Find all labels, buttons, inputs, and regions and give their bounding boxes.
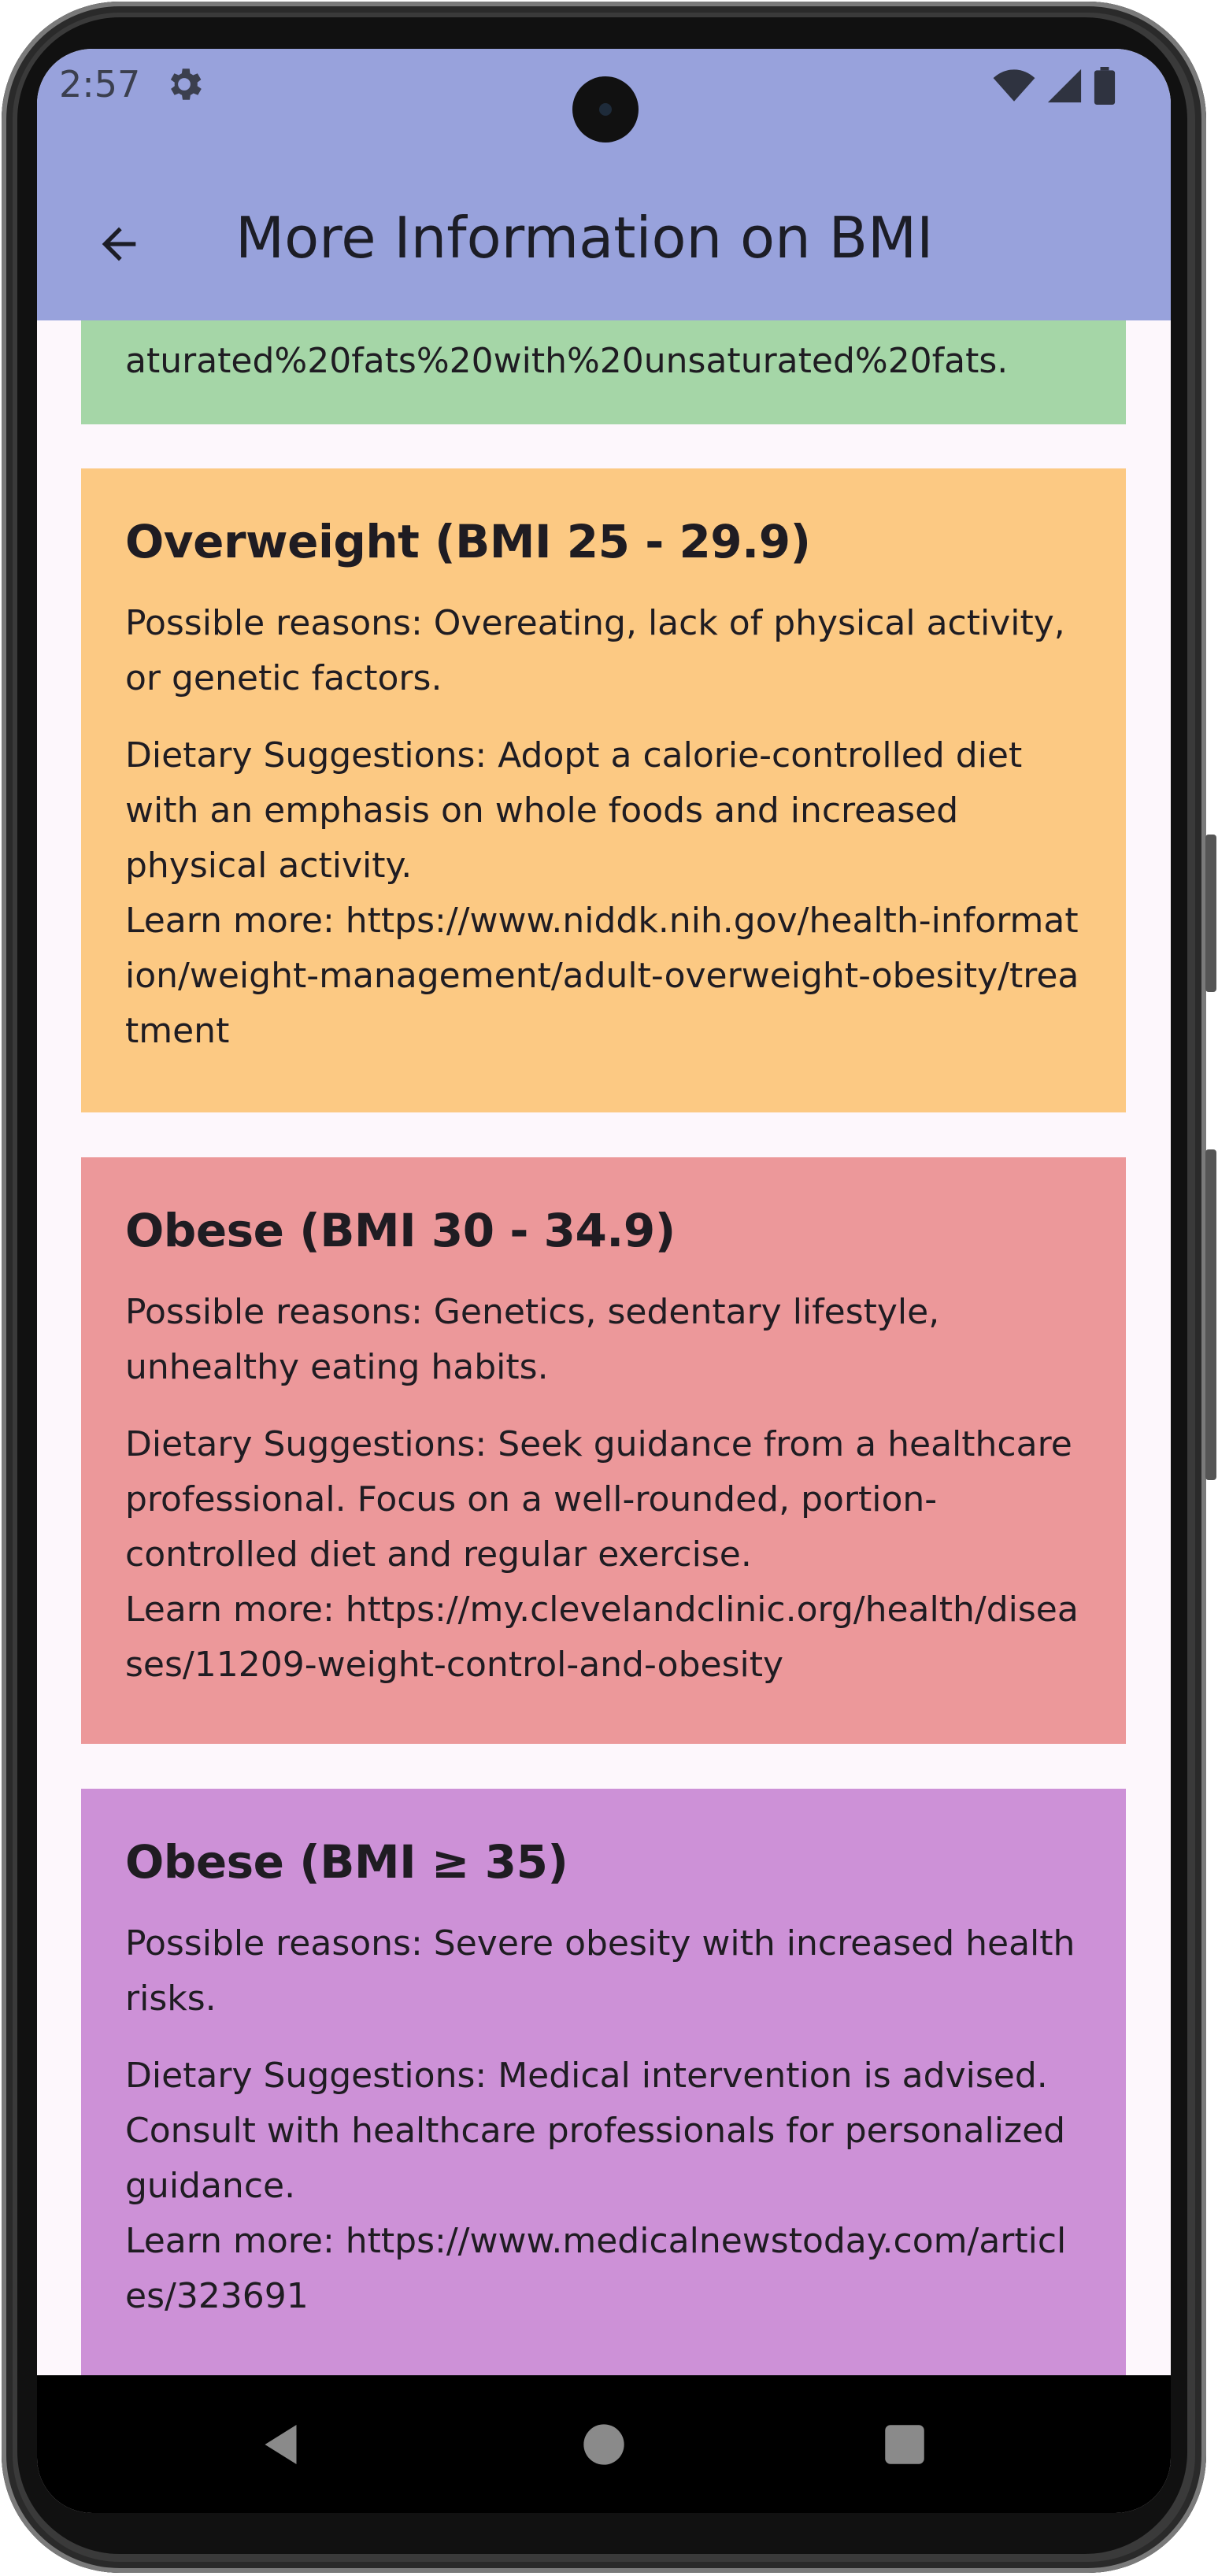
card-learn-more-link[interactable]: Learn more: https://www.medicalnewstoday… (125, 2214, 1082, 2324)
card-reasons: Possible reasons: Overeating, lack of ph… (125, 603, 1065, 698)
card-learn-more-link[interactable]: Learn more: https://www.niddk.nih.gov/he… (125, 894, 1082, 1059)
nav-home-icon (583, 2424, 624, 2465)
card-dietary-suggestions: Dietary Suggestions: Medical interventio… (125, 2056, 1066, 2206)
card-title: Obese (BMI ≥ 35) (125, 1835, 568, 1889)
card-reasons: Possible reasons: Genetics, sedentary li… (125, 1292, 940, 1387)
card-dietary-suggestions: Dietary Suggestions: Adopt a calorie-con… (125, 735, 1023, 886)
bmi-card-partial: aturated%20fats%20with%20unsaturated%20f… (81, 320, 1126, 424)
nav-recents-icon (885, 2425, 924, 2464)
battery-icon (1094, 67, 1116, 105)
bmi-card-obese-35: Obese (BMI ≥ 35) Possible reasons: Sever… (81, 1789, 1126, 2378)
power-button (1205, 1149, 1216, 1480)
nav-back-icon (265, 2425, 297, 2464)
system-nav-bar (37, 2375, 1171, 2513)
status-bar: 2:57 (37, 49, 1171, 167)
card-reasons: Possible reasons: Severe obesity with in… (125, 1923, 1075, 2019)
settings-icon (170, 68, 202, 100)
arrow-back-icon (102, 227, 136, 261)
card-title: Obese (BMI 30 - 34.9) (125, 1204, 676, 1257)
card-learn-more-text: aturated%20fats%20with%20unsaturated%20f… (125, 341, 1009, 381)
card-dietary-suggestions: Dietary Suggestions: Seek guidance from … (125, 1424, 1072, 1575)
page-title: More Information on BMI (235, 205, 934, 271)
card-title: Overweight (BMI 25 - 29.9) (125, 515, 811, 568)
front-camera (572, 76, 639, 142)
nav-recents-button[interactable] (873, 2413, 936, 2476)
signal-icon (1047, 68, 1082, 103)
card-learn-more-link[interactable]: Learn more: https://my.clevelandclinic.o… (125, 1582, 1082, 1693)
status-icons (993, 66, 1116, 105)
wifi-icon (993, 69, 1035, 102)
volume-button (1205, 835, 1216, 992)
status-time: 2:57 (59, 63, 141, 105)
bmi-card-obese-30: Obese (BMI 30 - 34.9) Possible reasons: … (81, 1157, 1126, 1744)
phone-device: 2:57 More Information on BMI aturated%20… (0, 0, 1218, 2576)
screen: 2:57 More Information on BMI aturated%20… (37, 49, 1171, 2513)
bmi-card-overweight: Overweight (BMI 25 - 29.9) Possible reas… (81, 468, 1126, 1112)
nav-back-button[interactable] (251, 2413, 314, 2476)
nav-home-button[interactable] (572, 2413, 635, 2476)
back-button[interactable] (86, 211, 152, 277)
scroll-content[interactable]: aturated%20fats%20with%20unsaturated%20f… (37, 320, 1171, 2419)
app-bar: More Information on BMI (37, 167, 1171, 320)
